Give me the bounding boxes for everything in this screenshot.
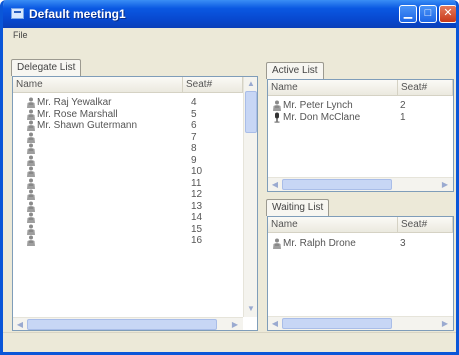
person-icon <box>272 238 282 249</box>
scrollbar-thumb[interactable] <box>245 91 257 133</box>
scroll-right-arrow-icon[interactable]: ▶ <box>439 318 451 330</box>
maximize-button[interactable]: □ <box>419 5 437 23</box>
row-name: Mr. Shawn Gutermann <box>37 120 138 131</box>
scroll-left-arrow-icon[interactable]: ◀ <box>14 319 26 330</box>
list-item[interactable]: 16 <box>26 235 211 246</box>
person-icon <box>26 97 36 108</box>
row-name: Mr. Raj Yewalkar <box>37 97 112 108</box>
scrollbar-thumb[interactable] <box>27 319 217 330</box>
list-item[interactable]: Mr. Peter Lynch 2 <box>272 100 420 111</box>
scroll-left-arrow-icon[interactable]: ◀ <box>269 179 281 191</box>
active-horizontal-scrollbar[interactable]: ◀ ▶ <box>268 177 453 191</box>
row-seat: 15 <box>191 223 203 235</box>
scroll-left-arrow-icon[interactable]: ◀ <box>269 318 281 330</box>
row-seat: 9 <box>191 154 197 166</box>
waiting-list-view[interactable]: Name Seat# Mr. Ralph Drone 3 ◀ ▶ <box>267 216 454 331</box>
row-name: Mr. Rose Marshall <box>37 108 118 120</box>
person-icon <box>26 178 36 189</box>
row-name: Mr. Don McClane <box>283 112 361 123</box>
person-icon <box>272 100 282 111</box>
list-item[interactable]: 14 <box>26 212 211 223</box>
list-item[interactable]: Mr. Ralph Drone 3 <box>272 238 420 249</box>
list-item[interactable]: 12 <box>26 189 211 200</box>
row-seat: 3 <box>400 238 406 249</box>
list-item[interactable]: 15 <box>26 224 211 235</box>
row-seat: 12 <box>191 189 203 200</box>
waiting-list-header: Name Seat# <box>268 217 453 233</box>
microphone-icon <box>272 112 282 123</box>
list-item[interactable]: 11 <box>26 178 211 189</box>
status-bar <box>3 332 456 352</box>
window-title: Default meeting1 <box>29 7 126 21</box>
active-list-view[interactable]: Name Seat# Mr. Peter Lynch 2 Mr. Don McCla… <box>267 79 454 192</box>
active-list-header: Name Seat# <box>268 80 453 96</box>
list-item[interactable]: 7 <box>26 132 211 143</box>
list-item[interactable]: Mr. Don McClane 1 <box>272 112 420 123</box>
scrollbar-thumb[interactable] <box>282 318 392 329</box>
list-item[interactable]: 10 <box>26 166 211 177</box>
menu-file[interactable]: File <box>13 30 28 40</box>
tab-delegate-list[interactable]: Delegate List <box>11 59 82 76</box>
scroll-right-arrow-icon[interactable]: ▶ <box>439 179 451 191</box>
row-seat: 8 <box>191 143 197 154</box>
delegate-horizontal-scrollbar[interactable]: ◀ ▶ <box>13 317 243 330</box>
row-name: Mr. Ralph Drone <box>283 238 356 249</box>
list-item[interactable]: Mr. Rose Marshall 5 <box>26 109 211 120</box>
delegate-list-header: Name Seat# <box>13 77 243 93</box>
waiting-horizontal-scrollbar[interactable]: ◀ ▶ <box>268 316 453 330</box>
row-seat: 14 <box>191 212 203 223</box>
person-icon <box>26 120 36 131</box>
person-icon <box>26 143 36 154</box>
tab-active-list[interactable]: Active List <box>266 62 324 79</box>
close-button[interactable]: ✕ <box>439 5 456 23</box>
list-item[interactable]: 8 <box>26 143 211 154</box>
list-item[interactable]: Mr. Shawn Gutermann 6 <box>26 120 211 131</box>
row-seat: 1 <box>400 112 406 123</box>
column-seat-header[interactable]: Seat# <box>398 80 453 96</box>
scrollbar-thumb[interactable] <box>282 179 392 190</box>
title-bar[interactable]: Default meeting1 ▁ □ ✕ <box>3 0 456 28</box>
row-seat: 13 <box>191 200 203 212</box>
delegate-vertical-scrollbar[interactable]: ▲ ▼ <box>243 77 257 317</box>
maximize-icon: □ <box>424 7 432 19</box>
row-seat: 11 <box>191 177 202 189</box>
person-icon <box>26 212 36 223</box>
column-name-header[interactable]: Name <box>268 217 398 233</box>
row-seat: 10 <box>191 166 203 177</box>
person-icon <box>26 189 36 200</box>
row-seat: 4 <box>191 97 197 108</box>
row-seat: 2 <box>400 100 406 111</box>
minimize-icon: ▁ <box>403 7 413 19</box>
menu-bar: File <box>3 28 456 44</box>
column-name-header[interactable]: Name <box>268 80 398 96</box>
delegate-list-view[interactable]: Name Seat# Mr. Raj Yewalkar 4 Mr. Rose Mar… <box>12 76 258 331</box>
row-seat: 5 <box>191 108 197 120</box>
list-item[interactable]: 13 <box>26 201 211 212</box>
person-icon <box>26 155 36 166</box>
row-seat: 7 <box>191 131 197 143</box>
scroll-right-arrow-icon[interactable]: ▶ <box>229 319 241 330</box>
list-item[interactable]: Mr. Raj Yewalkar 4 <box>26 97 211 108</box>
person-icon <box>26 166 36 177</box>
meeting-window: Default meeting1 ▁ □ ✕ File Delegate Lis… <box>0 0 459 355</box>
person-icon <box>26 224 36 235</box>
scroll-up-arrow-icon[interactable]: ▲ <box>245 78 257 90</box>
minimize-button[interactable]: ▁ <box>399 5 417 23</box>
column-name-header[interactable]: Name <box>13 77 183 93</box>
row-name: Mr. Peter Lynch <box>283 100 353 111</box>
tab-waiting-list[interactable]: Waiting List <box>266 199 330 216</box>
column-seat-header[interactable]: Seat# <box>183 77 243 93</box>
person-icon <box>26 235 36 246</box>
person-icon <box>26 109 36 120</box>
meeting-app-icon <box>11 8 24 19</box>
row-seat: 16 <box>191 235 203 246</box>
list-item[interactable]: 9 <box>26 155 211 166</box>
person-icon <box>26 132 36 143</box>
column-seat-header[interactable]: Seat# <box>398 217 453 233</box>
scroll-down-arrow-icon[interactable]: ▼ <box>245 303 257 315</box>
close-icon: ✕ <box>443 7 453 19</box>
row-seat: 6 <box>191 120 197 131</box>
person-icon <box>26 201 36 212</box>
